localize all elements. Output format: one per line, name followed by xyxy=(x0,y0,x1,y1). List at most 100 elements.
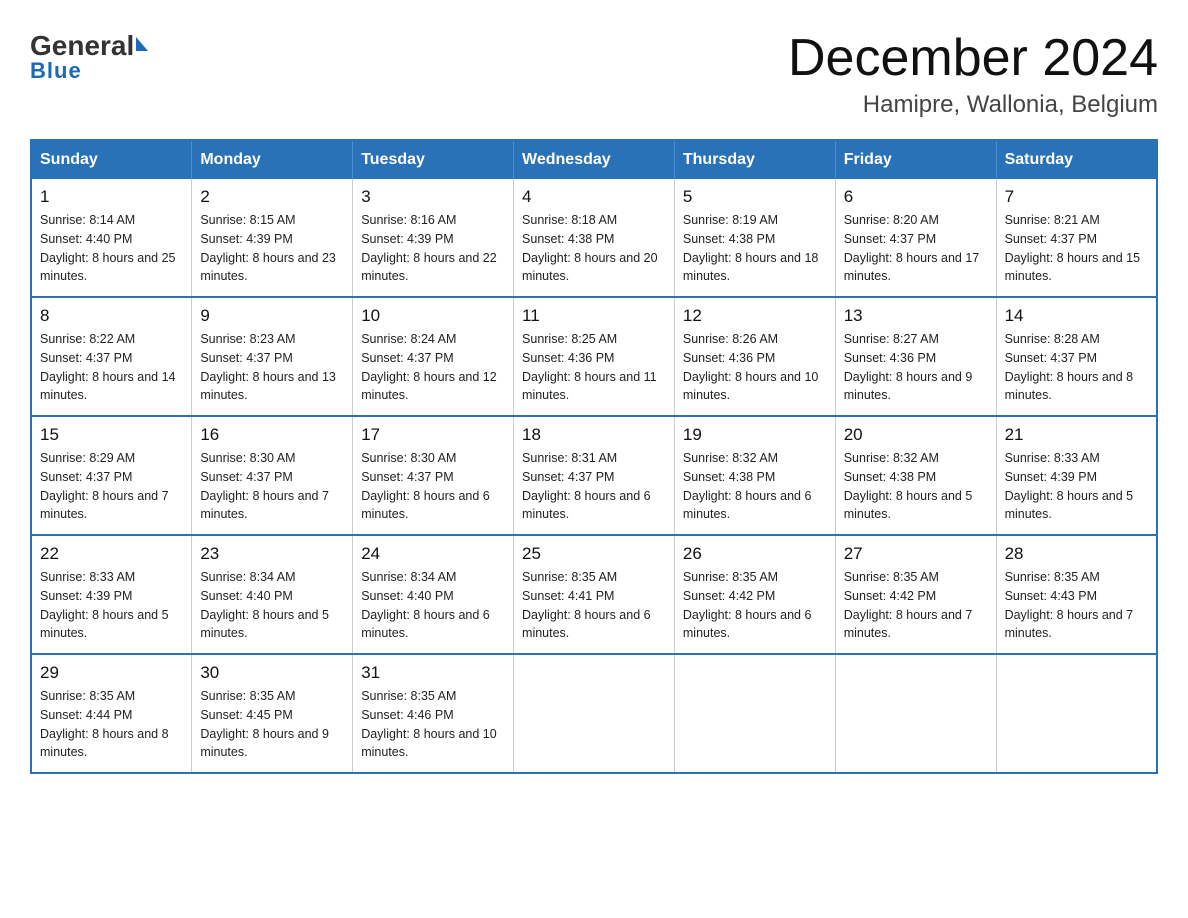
day-number: 3 xyxy=(361,187,505,207)
table-row xyxy=(835,654,996,773)
table-row: 30 Sunrise: 8:35 AMSunset: 4:45 PMDaylig… xyxy=(192,654,353,773)
table-row: 3 Sunrise: 8:16 AMSunset: 4:39 PMDayligh… xyxy=(353,179,514,297)
day-number: 16 xyxy=(200,425,344,445)
day-number: 24 xyxy=(361,544,505,564)
day-info: Sunrise: 8:25 AMSunset: 4:36 PMDaylight:… xyxy=(522,330,666,405)
day-info: Sunrise: 8:15 AMSunset: 4:39 PMDaylight:… xyxy=(200,211,344,286)
table-row: 21 Sunrise: 8:33 AMSunset: 4:39 PMDaylig… xyxy=(996,416,1157,535)
day-number: 15 xyxy=(40,425,183,445)
table-row: 27 Sunrise: 8:35 AMSunset: 4:42 PMDaylig… xyxy=(835,535,996,654)
day-number: 2 xyxy=(200,187,344,207)
table-row: 24 Sunrise: 8:34 AMSunset: 4:40 PMDaylig… xyxy=(353,535,514,654)
table-row: 26 Sunrise: 8:35 AMSunset: 4:42 PMDaylig… xyxy=(674,535,835,654)
table-row: 9 Sunrise: 8:23 AMSunset: 4:37 PMDayligh… xyxy=(192,297,353,416)
title-block: December 2024 Hamipre, Wallonia, Belgium xyxy=(788,30,1158,119)
day-info: Sunrise: 8:35 AMSunset: 4:42 PMDaylight:… xyxy=(844,568,988,643)
day-info: Sunrise: 8:18 AMSunset: 4:38 PMDaylight:… xyxy=(522,211,666,286)
table-row: 20 Sunrise: 8:32 AMSunset: 4:38 PMDaylig… xyxy=(835,416,996,535)
day-number: 19 xyxy=(683,425,827,445)
day-number: 28 xyxy=(1005,544,1148,564)
page-header: General Blue December 2024 Hamipre, Wall… xyxy=(30,30,1158,119)
calendar-week-row: 15 Sunrise: 8:29 AMSunset: 4:37 PMDaylig… xyxy=(31,416,1157,535)
day-number: 22 xyxy=(40,544,183,564)
day-info: Sunrise: 8:33 AMSunset: 4:39 PMDaylight:… xyxy=(1005,449,1148,524)
day-info: Sunrise: 8:33 AMSunset: 4:39 PMDaylight:… xyxy=(40,568,183,643)
day-info: Sunrise: 8:28 AMSunset: 4:37 PMDaylight:… xyxy=(1005,330,1148,405)
day-info: Sunrise: 8:35 AMSunset: 4:45 PMDaylight:… xyxy=(200,687,344,762)
table-row: 4 Sunrise: 8:18 AMSunset: 4:38 PMDayligh… xyxy=(514,179,675,297)
calendar-week-row: 1 Sunrise: 8:14 AMSunset: 4:40 PMDayligh… xyxy=(31,179,1157,297)
day-info: Sunrise: 8:32 AMSunset: 4:38 PMDaylight:… xyxy=(683,449,827,524)
table-row: 22 Sunrise: 8:33 AMSunset: 4:39 PMDaylig… xyxy=(31,535,192,654)
day-info: Sunrise: 8:24 AMSunset: 4:37 PMDaylight:… xyxy=(361,330,505,405)
day-info: Sunrise: 8:19 AMSunset: 4:38 PMDaylight:… xyxy=(683,211,827,286)
table-row: 7 Sunrise: 8:21 AMSunset: 4:37 PMDayligh… xyxy=(996,179,1157,297)
table-row: 23 Sunrise: 8:34 AMSunset: 4:40 PMDaylig… xyxy=(192,535,353,654)
day-number: 31 xyxy=(361,663,505,683)
day-number: 6 xyxy=(844,187,988,207)
day-number: 9 xyxy=(200,306,344,326)
day-number: 27 xyxy=(844,544,988,564)
calendar-week-row: 22 Sunrise: 8:33 AMSunset: 4:39 PMDaylig… xyxy=(31,535,1157,654)
day-info: Sunrise: 8:22 AMSunset: 4:37 PMDaylight:… xyxy=(40,330,183,405)
table-row: 31 Sunrise: 8:35 AMSunset: 4:46 PMDaylig… xyxy=(353,654,514,773)
day-number: 10 xyxy=(361,306,505,326)
table-row xyxy=(674,654,835,773)
day-info: Sunrise: 8:35 AMSunset: 4:46 PMDaylight:… xyxy=(361,687,505,762)
table-row: 8 Sunrise: 8:22 AMSunset: 4:37 PMDayligh… xyxy=(31,297,192,416)
table-row: 19 Sunrise: 8:32 AMSunset: 4:38 PMDaylig… xyxy=(674,416,835,535)
day-info: Sunrise: 8:34 AMSunset: 4:40 PMDaylight:… xyxy=(200,568,344,643)
day-info: Sunrise: 8:35 AMSunset: 4:44 PMDaylight:… xyxy=(40,687,183,762)
day-number: 11 xyxy=(522,306,666,326)
calendar-header-row: Sunday Monday Tuesday Wednesday Thursday… xyxy=(31,140,1157,179)
day-info: Sunrise: 8:23 AMSunset: 4:37 PMDaylight:… xyxy=(200,330,344,405)
day-info: Sunrise: 8:35 AMSunset: 4:42 PMDaylight:… xyxy=(683,568,827,643)
day-info: Sunrise: 8:35 AMSunset: 4:41 PMDaylight:… xyxy=(522,568,666,643)
day-number: 29 xyxy=(40,663,183,683)
table-row: 6 Sunrise: 8:20 AMSunset: 4:37 PMDayligh… xyxy=(835,179,996,297)
day-number: 20 xyxy=(844,425,988,445)
day-info: Sunrise: 8:27 AMSunset: 4:36 PMDaylight:… xyxy=(844,330,988,405)
day-number: 21 xyxy=(1005,425,1148,445)
location-title: Hamipre, Wallonia, Belgium xyxy=(788,91,1158,119)
col-monday: Monday xyxy=(192,140,353,179)
table-row: 5 Sunrise: 8:19 AMSunset: 4:38 PMDayligh… xyxy=(674,179,835,297)
day-number: 25 xyxy=(522,544,666,564)
day-number: 1 xyxy=(40,187,183,207)
table-row: 13 Sunrise: 8:27 AMSunset: 4:36 PMDaylig… xyxy=(835,297,996,416)
day-number: 30 xyxy=(200,663,344,683)
logo-blue-text: Blue xyxy=(30,58,82,84)
table-row: 1 Sunrise: 8:14 AMSunset: 4:40 PMDayligh… xyxy=(31,179,192,297)
col-wednesday: Wednesday xyxy=(514,140,675,179)
day-info: Sunrise: 8:31 AMSunset: 4:37 PMDaylight:… xyxy=(522,449,666,524)
day-info: Sunrise: 8:20 AMSunset: 4:37 PMDaylight:… xyxy=(844,211,988,286)
day-info: Sunrise: 8:34 AMSunset: 4:40 PMDaylight:… xyxy=(361,568,505,643)
day-number: 8 xyxy=(40,306,183,326)
day-info: Sunrise: 8:29 AMSunset: 4:37 PMDaylight:… xyxy=(40,449,183,524)
col-thursday: Thursday xyxy=(674,140,835,179)
table-row: 29 Sunrise: 8:35 AMSunset: 4:44 PMDaylig… xyxy=(31,654,192,773)
calendar-week-row: 8 Sunrise: 8:22 AMSunset: 4:37 PMDayligh… xyxy=(31,297,1157,416)
table-row: 25 Sunrise: 8:35 AMSunset: 4:41 PMDaylig… xyxy=(514,535,675,654)
day-number: 18 xyxy=(522,425,666,445)
table-row xyxy=(996,654,1157,773)
col-sunday: Sunday xyxy=(31,140,192,179)
table-row: 11 Sunrise: 8:25 AMSunset: 4:36 PMDaylig… xyxy=(514,297,675,416)
day-info: Sunrise: 8:35 AMSunset: 4:43 PMDaylight:… xyxy=(1005,568,1148,643)
day-number: 14 xyxy=(1005,306,1148,326)
table-row: 15 Sunrise: 8:29 AMSunset: 4:37 PMDaylig… xyxy=(31,416,192,535)
calendar-table: Sunday Monday Tuesday Wednesday Thursday… xyxy=(30,139,1158,774)
day-info: Sunrise: 8:30 AMSunset: 4:37 PMDaylight:… xyxy=(361,449,505,524)
day-info: Sunrise: 8:14 AMSunset: 4:40 PMDaylight:… xyxy=(40,211,183,286)
day-number: 13 xyxy=(844,306,988,326)
col-saturday: Saturday xyxy=(996,140,1157,179)
table-row: 17 Sunrise: 8:30 AMSunset: 4:37 PMDaylig… xyxy=(353,416,514,535)
table-row: 10 Sunrise: 8:24 AMSunset: 4:37 PMDaylig… xyxy=(353,297,514,416)
table-row: 16 Sunrise: 8:30 AMSunset: 4:37 PMDaylig… xyxy=(192,416,353,535)
day-info: Sunrise: 8:30 AMSunset: 4:37 PMDaylight:… xyxy=(200,449,344,524)
table-row xyxy=(514,654,675,773)
day-number: 5 xyxy=(683,187,827,207)
table-row: 12 Sunrise: 8:26 AMSunset: 4:36 PMDaylig… xyxy=(674,297,835,416)
day-info: Sunrise: 8:16 AMSunset: 4:39 PMDaylight:… xyxy=(361,211,505,286)
day-number: 12 xyxy=(683,306,827,326)
